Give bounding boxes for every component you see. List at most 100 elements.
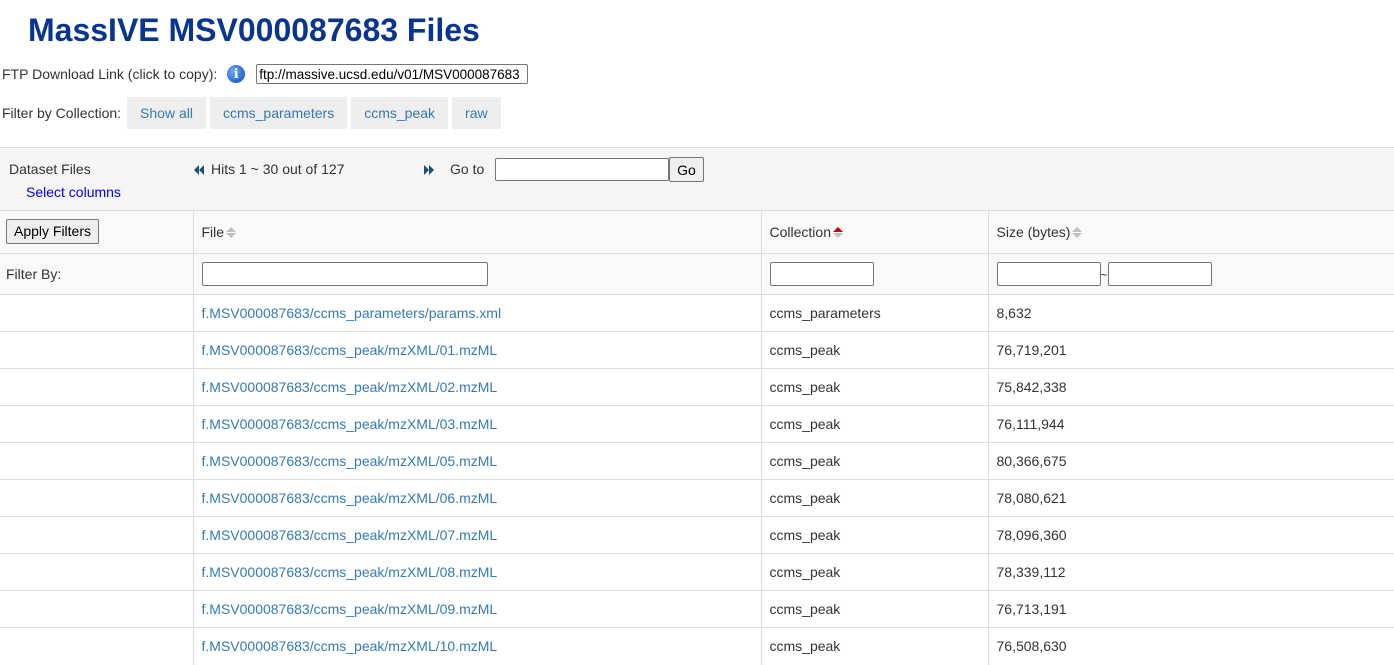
file-cell: f.MSV000087683/ccms_peak/mzXML/03.mzML: [192, 405, 761, 443]
file-cell: f.MSV000087683/ccms_peak/mzXML/01.mzML: [192, 331, 761, 369]
file-cell: f.MSV000087683/ccms_peak/mzXML/09.mzML: [192, 590, 761, 628]
size-cell: 78,096,360: [987, 516, 1394, 554]
size-min-input[interactable]: [996, 262, 1101, 286]
collection-cell: ccms_peak: [760, 331, 988, 369]
table-header-row: Apply Filters File Collection Size (byte…: [0, 210, 1394, 254]
collection-filter-input[interactable]: [769, 262, 874, 286]
goto-label: Go to: [450, 161, 485, 177]
size-cell: 76,111,944: [987, 405, 1394, 443]
file-link[interactable]: f.MSV000087683/ccms_peak/mzXML/07.mzML: [202, 527, 498, 543]
sort-ascending-icon[interactable]: [832, 226, 843, 238]
size-cell: 78,339,112: [987, 553, 1394, 591]
goto-page-input[interactable]: [495, 158, 669, 181]
row-selector-cell: [0, 294, 193, 332]
size-cell: 8,632: [987, 294, 1394, 332]
file-cell: f.MSV000087683/ccms_peak/mzXML/05.mzML: [192, 442, 761, 480]
info-icon[interactable]: i: [227, 65, 246, 83]
row-selector-cell: [0, 479, 193, 517]
size-cell: 76,508,630: [987, 627, 1394, 665]
collection-filter-label: Filter by Collection:: [2, 105, 122, 121]
collection-filter-cell: [760, 253, 988, 295]
file-filter-cell: [192, 253, 761, 295]
filter-row: Filter By: ~: [0, 253, 1394, 295]
file-cell: f.MSV000087683/ccms_parameters/params.xm…: [192, 294, 761, 332]
collection-ccms-parameters-button[interactable]: ccms_parameters: [209, 97, 348, 129]
page-title: MassIVE MSV000087683 Files: [28, 12, 480, 48]
collection-show-all-button[interactable]: Show all: [127, 97, 206, 129]
table-row: f.MSV000087683/ccms_peak/mzXML/06.mzML cc…: [0, 479, 1394, 517]
file-cell: f.MSV000087683/ccms_peak/mzXML/02.mzML: [192, 368, 761, 406]
collection-cell: ccms_peak: [760, 405, 988, 443]
collection-cell: ccms_peak: [760, 516, 988, 554]
previous-page-icon[interactable]: [193, 164, 205, 176]
pagination-toolbar: Dataset Files Select columns Hits 1 ~ 30…: [0, 147, 1394, 210]
collection-column-header[interactable]: Collection: [760, 210, 988, 254]
table-row: f.MSV000087683/ccms_peak/mzXML/09.mzML cc…: [0, 590, 1394, 628]
row-selector-cell: [0, 553, 193, 591]
file-cell: f.MSV000087683/ccms_peak/mzXML/10.mzML: [192, 627, 761, 665]
file-link[interactable]: f.MSV000087683/ccms_peak/mzXML/06.mzML: [202, 490, 498, 506]
size-range-separator: ~: [1100, 267, 1108, 282]
row-selector-cell: [0, 627, 193, 665]
file-link[interactable]: f.MSV000087683/ccms_peak/mzXML/08.mzML: [202, 564, 498, 580]
file-column-header[interactable]: File: [192, 210, 761, 254]
apply-cell: Apply Filters: [0, 210, 193, 254]
row-selector-cell: [0, 405, 193, 443]
select-columns-link[interactable]: Select columns: [26, 184, 121, 200]
table-row: f.MSV000087683/ccms_peak/mzXML/10.mzML cc…: [0, 627, 1394, 665]
file-link[interactable]: f.MSV000087683/ccms_parameters/params.xm…: [202, 305, 502, 321]
collection-column-label: Collection: [769, 224, 831, 240]
table-row: f.MSV000087683/ccms_peak/mzXML/07.mzML cc…: [0, 516, 1394, 554]
files-table: Apply Filters File Collection Size (byte…: [0, 210, 1394, 665]
file-column-label: File: [201, 224, 225, 240]
sort-icon[interactable]: [226, 226, 237, 238]
file-filter-input[interactable]: [201, 262, 488, 286]
size-cell: 78,080,621: [987, 479, 1394, 517]
row-selector-cell: [0, 590, 193, 628]
collection-raw-button[interactable]: raw: [452, 97, 501, 129]
file-cell: f.MSV000087683/ccms_peak/mzXML/08.mzML: [192, 553, 761, 591]
row-selector-cell: [0, 331, 193, 369]
row-selector-cell: [0, 516, 193, 554]
file-link[interactable]: f.MSV000087683/ccms_peak/mzXML/03.mzML: [202, 416, 498, 432]
dataset-files-label: Dataset Files: [9, 161, 91, 177]
apply-filters-button[interactable]: Apply Filters: [6, 218, 99, 244]
ftp-link-input[interactable]: [256, 64, 529, 84]
row-selector-cell: [0, 442, 193, 480]
size-max-input[interactable]: [1107, 262, 1212, 286]
collection-cell: ccms_peak: [760, 627, 988, 665]
collection-cell: ccms_peak: [760, 553, 988, 591]
table-row: f.MSV000087683/ccms_peak/mzXML/05.mzML cc…: [0, 442, 1394, 480]
hits-count: Hits 1 ~ 30 out of 127: [211, 161, 345, 177]
size-cell: 80,366,675: [987, 442, 1394, 480]
size-cell: 76,719,201: [987, 331, 1394, 369]
collection-cell: ccms_peak: [760, 368, 988, 406]
collection-filter: Filter by Collection: Show all ccms_para…: [2, 97, 505, 129]
file-link[interactable]: f.MSV000087683/ccms_peak/mzXML/01.mzML: [202, 342, 498, 358]
collection-cell: ccms_peak: [760, 590, 988, 628]
collection-cell: ccms_peak: [760, 442, 988, 480]
file-link[interactable]: f.MSV000087683/ccms_peak/mzXML/10.mzML: [202, 638, 498, 654]
collection-cell: ccms_peak: [760, 479, 988, 517]
table-row: f.MSV000087683/ccms_peak/mzXML/02.mzML cc…: [0, 368, 1394, 406]
size-cell: 75,842,338: [987, 368, 1394, 406]
file-cell: f.MSV000087683/ccms_peak/mzXML/07.mzML: [192, 516, 761, 554]
ftp-download-row: FTP Download Link (click to copy): i: [2, 62, 529, 86]
row-selector-cell: [0, 368, 193, 406]
table-row: f.MSV000087683/ccms_parameters/params.xm…: [0, 294, 1394, 332]
sort-icon[interactable]: [1072, 226, 1083, 238]
collection-cell: ccms_parameters: [760, 294, 988, 332]
size-filter-cell: ~: [987, 253, 1394, 295]
size-column-header[interactable]: Size (bytes): [987, 210, 1394, 254]
collection-ccms-peak-button[interactable]: ccms_peak: [351, 97, 449, 129]
go-button[interactable]: Go: [669, 157, 704, 182]
file-link[interactable]: f.MSV000087683/ccms_peak/mzXML/02.mzML: [202, 379, 498, 395]
file-cell: f.MSV000087683/ccms_peak/mzXML/06.mzML: [192, 479, 761, 517]
file-link[interactable]: f.MSV000087683/ccms_peak/mzXML/05.mzML: [202, 453, 498, 469]
table-row: f.MSV000087683/ccms_peak/mzXML/03.mzML cc…: [0, 405, 1394, 443]
next-page-icon[interactable]: [423, 164, 435, 176]
table-row: f.MSV000087683/ccms_peak/mzXML/08.mzML cc…: [0, 553, 1394, 591]
size-column-label: Size (bytes): [996, 224, 1071, 240]
file-link[interactable]: f.MSV000087683/ccms_peak/mzXML/09.mzML: [202, 601, 498, 617]
ftp-label: FTP Download Link (click to copy):: [2, 66, 218, 82]
